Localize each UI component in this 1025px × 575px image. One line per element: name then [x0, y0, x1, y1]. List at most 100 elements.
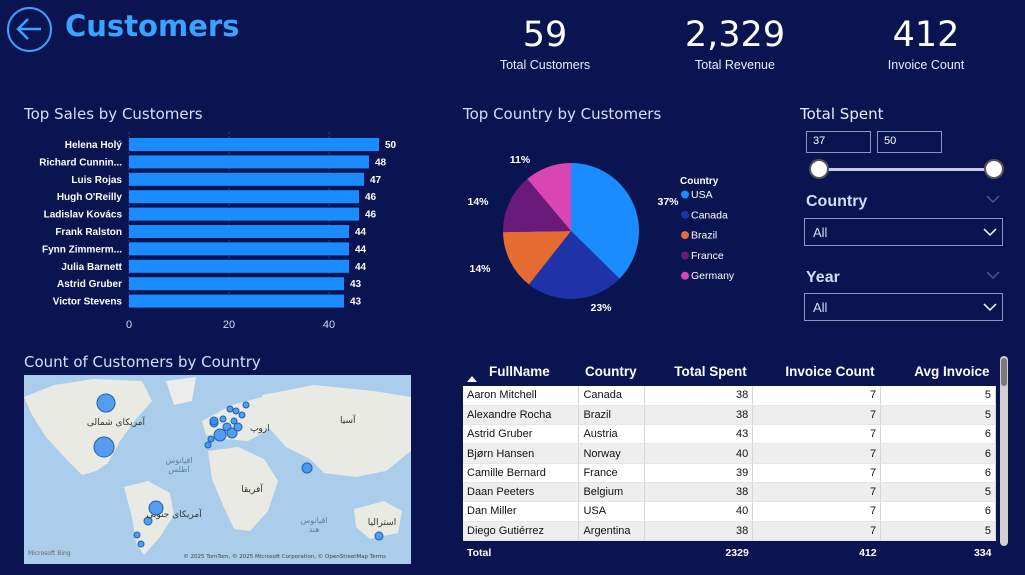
col-header-fullname[interactable]: FullName [463, 356, 579, 386]
table-cell: France [578, 463, 646, 483]
bar[interactable] [129, 190, 359, 204]
bar-chart-title: Top Sales by Customers [24, 105, 203, 123]
col-header-country[interactable]: Country [579, 356, 645, 386]
col-header-invoice-count[interactable]: Invoice Count [753, 356, 881, 386]
table-cell: Canada [578, 386, 646, 406]
table-cell: Camille Bernard [463, 463, 580, 483]
table-row[interactable]: Alexandre Rocha Brazil 38 7 5 [463, 405, 996, 426]
table-cell: 6 [880, 501, 996, 522]
table-cell: Norway [578, 443, 646, 464]
table-body: Aaron Mitchell Canada 38 7 5 Alexandre Rocha B… [463, 386, 996, 541]
map-canvas: آمریکای شمالی آمریکای جنوبی اروپ آسیا آف… [24, 377, 411, 560]
bar[interactable] [129, 242, 349, 256]
kpi-label: Invoice Count [887, 58, 965, 72]
table-cell: 5 [880, 521, 996, 541]
table-cell: 6 [880, 463, 996, 483]
map-bubble [209, 416, 219, 426]
bar-value-label: 44 [355, 227, 367, 238]
table-scrollbar-thumb[interactable] [1001, 358, 1007, 386]
category-label: Victor Stevens [53, 297, 123, 308]
bar-value-label: 43 [350, 279, 362, 290]
year-dropdown[interactable]: All [804, 293, 1003, 321]
x-tick-label: 40 [323, 319, 335, 331]
table-row[interactable]: Daan Peeters Belgium 38 7 5 [463, 482, 996, 503]
table-row[interactable]: Dan Miller USA 40 7 6 [463, 501, 996, 522]
table-cell: 38 [644, 386, 754, 406]
table-row[interactable]: Camille Bernard France 39 7 6 [463, 463, 996, 483]
pie-slice-label: 37% [657, 196, 679, 208]
chevron-down-icon[interactable] [986, 194, 1000, 204]
bar[interactable] [129, 277, 344, 291]
legend-item[interactable]: Germany [691, 270, 735, 282]
back-button[interactable] [7, 7, 52, 52]
bar-value-label: 47 [370, 175, 382, 186]
table-cell: Alexandre Rocha [463, 405, 580, 426]
bar[interactable] [129, 155, 369, 169]
kpi-total-customers: 59 Total Customers [465, 14, 625, 72]
kpi-label: Total Customers [499, 58, 591, 72]
bar[interactable] [129, 138, 379, 151]
bar-value-label: 44 [355, 244, 367, 255]
bar-value-label: 50 [385, 140, 397, 151]
bar[interactable] [129, 225, 349, 238]
col-header-label: FullName [489, 363, 550, 379]
bar[interactable] [129, 207, 359, 221]
table-cell: 6 [880, 443, 996, 464]
table-cell: Astrid Gruber [463, 424, 580, 445]
map-bubble [93, 436, 115, 458]
pie-slice-label: 11% [510, 154, 531, 166]
map-label-asia: آسیا [340, 414, 356, 426]
col-header-avg-invoice[interactable]: Avg Invoice [881, 356, 996, 386]
range-slider-min-handle[interactable] [809, 159, 829, 179]
map-label-australia: استرالیا [368, 518, 396, 528]
world-map[interactable]: آمریکای شمالی آمریکای جنوبی اروپ آسیا آف… [24, 375, 411, 564]
legend-item[interactable]: Canada [691, 209, 728, 221]
total-label: Total [463, 539, 579, 565]
table-cell: 7 [752, 521, 882, 541]
category-label: Astrid Gruber [57, 279, 122, 290]
bar[interactable] [129, 259, 349, 273]
col-header-total-spent[interactable]: Total Spent [645, 356, 753, 386]
bar[interactable] [129, 294, 344, 308]
col-header-label: Invoice Count [785, 363, 875, 379]
min-spent-input[interactable]: 37 [806, 131, 871, 153]
table-cell: 5 [880, 405, 996, 426]
table-cell: 7 [752, 424, 882, 445]
year-slicer-title: Year [806, 269, 840, 286]
bar-value-label: 46 [365, 192, 377, 203]
table-row[interactable]: Diego Gutiérrez Argentina 38 7 5 [463, 521, 996, 541]
category-label: Fynn Zimmerm... [42, 244, 122, 255]
bar[interactable] [129, 172, 364, 186]
kpi-value: 2,329 [684, 15, 786, 55]
legend-item[interactable]: France [691, 250, 724, 262]
map-title: Count of Customers by Country [24, 353, 261, 371]
total-avg-invoice-value: 334 [880, 539, 996, 565]
legend-item[interactable]: Brazil [691, 230, 717, 242]
table-row[interactable]: Aaron Mitchell Canada 38 7 5 [463, 386, 996, 406]
table-cell: Daan Peeters [463, 482, 580, 503]
category-label: Ladislav Kovács [44, 210, 123, 221]
table-row[interactable]: Bjørn Hansen Norway 40 7 6 [463, 443, 996, 464]
kpi-value: 59 [522, 15, 568, 55]
table-cell: 38 [644, 521, 754, 541]
max-spent-input[interactable]: 50 [877, 131, 942, 153]
legend-item[interactable]: USA [691, 189, 713, 201]
map-bubble [137, 540, 145, 548]
map-label-europe: اروپ [250, 424, 270, 434]
range-slider-max-handle[interactable] [984, 159, 1004, 179]
map-bubble [207, 435, 215, 443]
x-tick-label: 20 [223, 319, 235, 331]
table-cell: Argentina [578, 521, 646, 541]
pie-chart-title: Top Country by Customers [463, 105, 662, 123]
chevron-down-icon[interactable] [986, 270, 1000, 280]
table-cell: 5 [880, 386, 996, 406]
map-bubble [301, 462, 313, 474]
table-cell: 7 [752, 443, 882, 464]
table-row[interactable]: Astrid Gruber Austria 43 7 6 [463, 424, 996, 445]
bar-value-label: 43 [350, 297, 362, 308]
country-dropdown[interactable]: All [804, 218, 1003, 246]
arrow-left-icon [16, 18, 41, 40]
table-cell: 7 [752, 482, 882, 503]
category-label: Frank Ralston [55, 227, 122, 238]
legend-marker [681, 231, 689, 240]
